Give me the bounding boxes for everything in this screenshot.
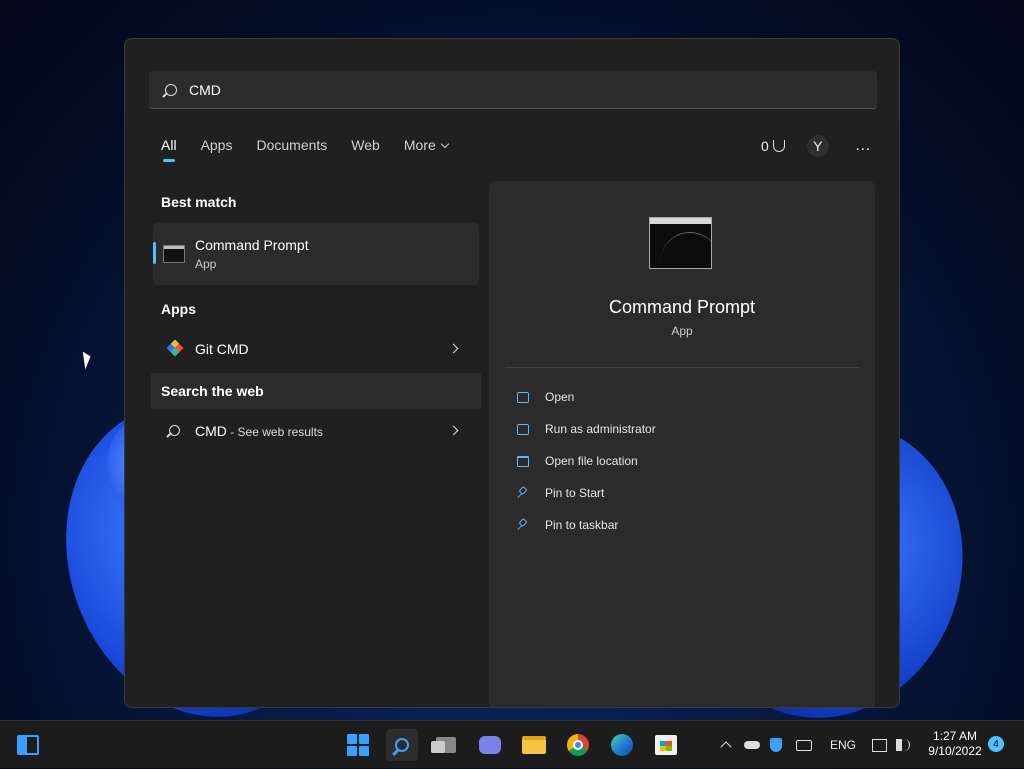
apps-heading: Apps: [161, 301, 196, 317]
folder-icon: [517, 455, 529, 467]
best-match-heading: Best match: [161, 194, 237, 210]
search-icon: [169, 425, 180, 436]
avatar[interactable]: Y: [806, 135, 829, 157]
search-input[interactable]: CMD: [149, 71, 877, 109]
best-match-name: Command Prompt: [195, 237, 309, 253]
taskbar: ENG 1:27 AM 9/10/2022: [0, 720, 1024, 768]
onedrive[interactable]: [744, 721, 760, 769]
widgets-icon: [17, 735, 39, 755]
action-open-file-location[interactable]: Open file location: [517, 451, 638, 471]
network-icon: [872, 738, 887, 752]
action-label: Open file location: [545, 454, 638, 468]
chrome-icon: [567, 734, 589, 756]
git-icon: [166, 339, 184, 357]
action-label: Pin to taskbar: [545, 518, 619, 532]
taskbar-store[interactable]: [650, 729, 682, 761]
tab-more-label: More: [403, 137, 436, 153]
open-external-icon: [517, 391, 529, 403]
task-view-icon: [431, 737, 456, 753]
action-pin-to-start[interactable]: Pin to Start: [517, 483, 604, 503]
action-run-as-admin[interactable]: Run as administrator: [517, 419, 656, 439]
taskbar-widgets[interactable]: [12, 729, 44, 761]
list-item-web-search[interactable]: CMD - See web results: [153, 412, 479, 450]
notification-count-badge[interactable]: 4: [988, 736, 1004, 752]
keyboard-icon: [796, 739, 812, 751]
web-query: CMD: [195, 423, 227, 439]
taskbar-file-explorer[interactable]: [518, 729, 550, 761]
detail-title: Command Prompt: [608, 297, 756, 317]
action-pin-to-taskbar[interactable]: Pin to taskbar: [517, 515, 618, 535]
tab-web[interactable]: Web: [351, 137, 380, 153]
tab-all[interactable]: All: [161, 137, 177, 162]
taskbar-chrome[interactable]: [562, 729, 594, 761]
search-icon: [165, 83, 177, 96]
action-label: Pin to Start: [545, 486, 605, 500]
divider: [505, 367, 859, 368]
clock-time: 1:27 AM: [932, 729, 978, 743]
app-name: Git CMD: [195, 341, 249, 357]
tab-more[interactable]: More: [403, 137, 449, 153]
tab-documents[interactable]: Documents: [256, 137, 327, 153]
command-prompt-icon: [163, 245, 185, 263]
header-actions: 0 Y …: [761, 135, 872, 157]
search-query[interactable]: CMD: [189, 82, 221, 98]
selection-indicator: [153, 242, 156, 264]
trophy-icon[interactable]: [772, 140, 785, 152]
folder-icon: [522, 736, 546, 754]
tab-apps[interactable]: Apps: [201, 137, 233, 153]
network[interactable]: [872, 721, 887, 769]
edge-icon: [611, 734, 633, 756]
chevron-down-icon: [440, 139, 449, 149]
detail-subtitle: App: [671, 324, 693, 338]
speaker-icon: [896, 739, 910, 751]
chevron-right-icon[interactable]: [448, 343, 459, 354]
search-panel: CMD All Apps Documents Web More 0 Y … Be…: [124, 38, 900, 708]
clock[interactable]: 1:27 AM 9/10/2022: [920, 729, 990, 759]
input-language[interactable]: ENG: [830, 721, 856, 769]
detail-pane: Command Prompt App Open Run as administr…: [489, 181, 875, 707]
clock-date: 9/10/2022: [928, 744, 982, 758]
show-hidden-icons[interactable]: [720, 721, 732, 769]
rewards-points[interactable]: 0: [761, 138, 769, 154]
taskbar-start[interactable]: [342, 729, 374, 761]
action-label: Open: [545, 390, 575, 404]
taskbar-edge[interactable]: [606, 729, 638, 761]
best-match-type: App: [195, 257, 217, 271]
web-search-label: CMD - See web results: [195, 423, 323, 439]
touch-keyboard[interactable]: [796, 721, 812, 769]
taskbar-search[interactable]: [386, 729, 418, 761]
web-heading: Search the web: [161, 383, 264, 399]
more-options-button[interactable]: …: [855, 137, 872, 155]
pin-icon: [517, 487, 529, 499]
taskbar-task-view[interactable]: [430, 729, 462, 761]
filter-tabs: All Apps Documents Web More: [161, 137, 472, 162]
best-match-item[interactable]: Command Prompt App: [153, 223, 479, 285]
action-open[interactable]: Open: [517, 387, 574, 407]
chevron-right-icon[interactable]: [448, 425, 459, 436]
command-prompt-large-icon: [649, 217, 712, 269]
web-suffix: - See web results: [226, 425, 323, 439]
security[interactable]: [770, 721, 782, 769]
search-icon: [395, 738, 409, 752]
volume[interactable]: [896, 721, 910, 769]
taskbar-chat[interactable]: [474, 729, 506, 761]
store-icon: [655, 735, 677, 755]
action-label: Run as administrator: [545, 422, 656, 436]
cloud-icon: [744, 741, 760, 749]
list-item-git-cmd[interactable]: Git CMD: [153, 330, 479, 368]
chevron-up-icon: [720, 741, 732, 753]
windows-logo-icon: [347, 734, 369, 756]
shield-icon: [770, 738, 782, 752]
admin-shield-icon: [517, 423, 529, 435]
pin-icon: [517, 519, 529, 531]
teams-chat-icon: [479, 736, 501, 754]
